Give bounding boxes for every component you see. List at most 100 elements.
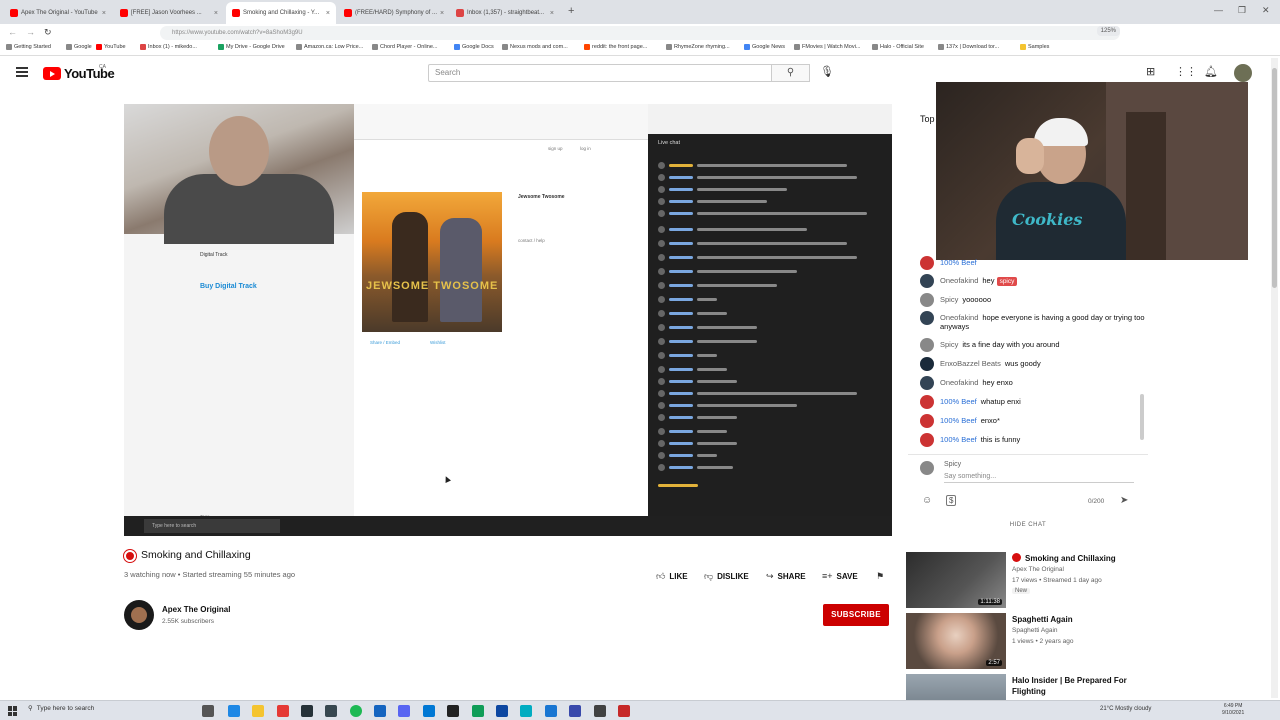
subscribe-button[interactable]: SUBSCRIBE	[823, 604, 889, 626]
hide-chat-button[interactable]: HIDE CHAT	[908, 522, 1148, 528]
app-icon[interactable]	[520, 705, 532, 717]
bell-icon[interactable]: 🔔︎	[1204, 65, 1218, 78]
bookmark-item[interactable]: Getting Started	[6, 44, 51, 50]
chat-author[interactable]: EnxoBazzel Beats	[940, 359, 1001, 368]
steam-icon[interactable]	[301, 705, 313, 717]
chat-author[interactable]: 100% Beef	[940, 397, 977, 406]
reload-icon[interactable]: ↻	[44, 27, 52, 38]
taskbar-search[interactable]: ⚲ Type here to search	[28, 704, 94, 713]
app-icon[interactable]	[447, 705, 459, 717]
mic-icon[interactable]: 🎙︎	[820, 65, 834, 78]
bookmark-folder[interactable]: Samples	[1020, 44, 1049, 50]
browser-tab[interactable]: Inbox (1,357) - straightbeat... ×	[450, 2, 560, 24]
bookmark-item[interactable]: Google News	[744, 44, 785, 50]
app-icon[interactable]	[374, 705, 386, 717]
bookmark-item[interactable]: Nexus mods and com...	[502, 44, 568, 50]
chat-scrollbar[interactable]	[1140, 394, 1144, 440]
clock[interactable]: 6:49 PM 9/10/2021	[1222, 703, 1244, 717]
save-button[interactable]: ≡+ SAVE	[822, 571, 858, 581]
super-chat-icon[interactable]: $	[946, 495, 957, 506]
report-button[interactable]: ⚑	[876, 571, 884, 582]
xbox-icon[interactable]	[594, 705, 606, 717]
recommended-title[interactable]: Spaghetti Again	[1012, 614, 1144, 625]
maximize-icon[interactable]: ❐	[1238, 5, 1246, 16]
dislike-button[interactable]: 👎︎ DISLIKE	[704, 571, 749, 582]
chat-author[interactable]: 100% Beef	[940, 435, 977, 444]
bookmark-item[interactable]: My Drive - Google Drive	[218, 44, 285, 50]
video-player[interactable]: sign up log in Digital Track Buy Digital…	[124, 104, 892, 536]
chat-message-input[interactable]: Say something...	[944, 473, 1134, 483]
photoshop-icon[interactable]	[496, 705, 508, 717]
chat-author[interactable]: 100% Beef	[940, 258, 977, 267]
file-explorer-icon[interactable]	[252, 705, 264, 717]
zoom-indicator[interactable]: 125%	[1096, 26, 1120, 36]
bookmark-item[interactable]: Amazon.ca: Low Price...	[296, 44, 363, 50]
app-icon[interactable]	[545, 705, 557, 717]
edge-icon[interactable]	[228, 705, 240, 717]
search-input[interactable]: Search	[428, 64, 772, 82]
channel-avatar[interactable]	[124, 600, 154, 630]
chat-author[interactable]: Oneofakind	[940, 276, 978, 285]
url-field[interactable]: https://www.youtube.com/watch?v=8aShoM3g…	[160, 26, 1120, 40]
task-view-icon[interactable]	[202, 705, 214, 717]
bookmark-item[interactable]: Inbox (1) - mikedo...	[140, 44, 197, 50]
bookmark-item[interactable]: Google Docs	[454, 44, 494, 50]
video-thumbnail[interactable]: 2:57	[906, 613, 1006, 669]
bookmark-item[interactable]: reddit: the front page...	[584, 44, 647, 50]
forward-icon[interactable]: →	[26, 27, 35, 37]
app-icon[interactable]	[472, 705, 484, 717]
close-icon[interactable]: ×	[550, 10, 554, 17]
chat-author[interactable]: Spicy	[940, 340, 958, 349]
close-window-icon[interactable]: ✕	[1262, 5, 1270, 16]
close-icon[interactable]: ×	[440, 10, 444, 17]
bookmark-item[interactable]: YouTube	[96, 44, 126, 50]
user-avatar[interactable]	[1234, 64, 1252, 82]
browser-tab[interactable]: [FREE] Jason Voorhees ... ×	[114, 2, 224, 24]
recommended-title[interactable]: Smoking and Chillaxing	[1012, 553, 1144, 564]
recommended-video[interactable]: Halo Insider | Be Prepared For Flighting	[906, 674, 1146, 700]
emoji-icon[interactable]: ☺	[922, 495, 932, 506]
channel-name[interactable]: Apex The Original	[162, 605, 230, 614]
page-scrollbar[interactable]	[1271, 58, 1278, 698]
bookmark-item[interactable]: Google	[66, 44, 92, 50]
chat-author[interactable]: Spicy	[940, 295, 958, 304]
chat-author[interactable]: Oneofakind	[940, 378, 978, 387]
video-thumbnail[interactable]	[906, 674, 1006, 700]
minimize-icon[interactable]: —	[1214, 5, 1223, 15]
like-button[interactable]: 👍︎ LIKE	[656, 571, 688, 582]
mail-icon[interactable]	[423, 705, 435, 717]
bookmark-item[interactable]: FMovies | Watch Movi...	[794, 44, 860, 50]
app-icon[interactable]	[618, 705, 630, 717]
send-icon[interactable]: ➤	[1120, 495, 1128, 506]
recommended-title[interactable]: Halo Insider | Be Prepared For Flighting	[1012, 675, 1144, 697]
spotify-icon[interactable]	[350, 705, 362, 717]
scrollbar-thumb[interactable]	[1272, 68, 1277, 288]
bookmark-item[interactable]: Halo - Official Site	[872, 44, 924, 50]
video-thumbnail[interactable]: 1:11:38	[906, 552, 1006, 608]
bookmark-item[interactable]: Chord Player - Online...	[372, 44, 437, 50]
search-button[interactable]: ⚲	[772, 64, 810, 82]
chrome-icon[interactable]	[277, 705, 289, 717]
discord-icon[interactable]	[398, 705, 410, 717]
bookmark-item[interactable]: 137x | Download tor...	[938, 44, 999, 50]
new-tab-icon[interactable]: +	[568, 5, 574, 17]
chat-mode-dropdown[interactable]: Top	[920, 114, 935, 124]
back-icon[interactable]: ←	[8, 27, 17, 37]
chat-author[interactable]: Oneofakind	[940, 313, 978, 322]
close-icon[interactable]: ×	[102, 10, 106, 17]
create-icon[interactable]: ⊞	[1146, 65, 1155, 78]
apps-icon[interactable]: ⋮⋮	[1175, 65, 1197, 78]
browser-tab-active[interactable]: Smoking and Chillaxing - Y... ×	[226, 2, 336, 24]
menu-icon[interactable]	[16, 67, 28, 77]
recommended-video[interactable]: 2:57 Spaghetti Again Spaghetti Again 1 v…	[906, 613, 1146, 671]
chat-author[interactable]: 100% Beef	[940, 416, 977, 425]
browser-tab[interactable]: (FREE/HARD) Symphony of ... ×	[338, 2, 448, 24]
recommended-video[interactable]: 1:11:38 Smoking and Chillaxing Apex The …	[906, 552, 1146, 610]
bookmark-item[interactable]: RhymeZone rhyming...	[666, 44, 730, 50]
app-icon[interactable]	[569, 705, 581, 717]
share-button[interactable]: ↪ SHARE	[766, 571, 806, 582]
close-icon[interactable]: ×	[214, 10, 218, 17]
weather-widget[interactable]: 21°C Mostly cloudy	[1100, 706, 1151, 712]
browser-tab[interactable]: Apex The Original - YouTube ×	[4, 2, 112, 24]
close-icon[interactable]: ×	[326, 10, 330, 17]
